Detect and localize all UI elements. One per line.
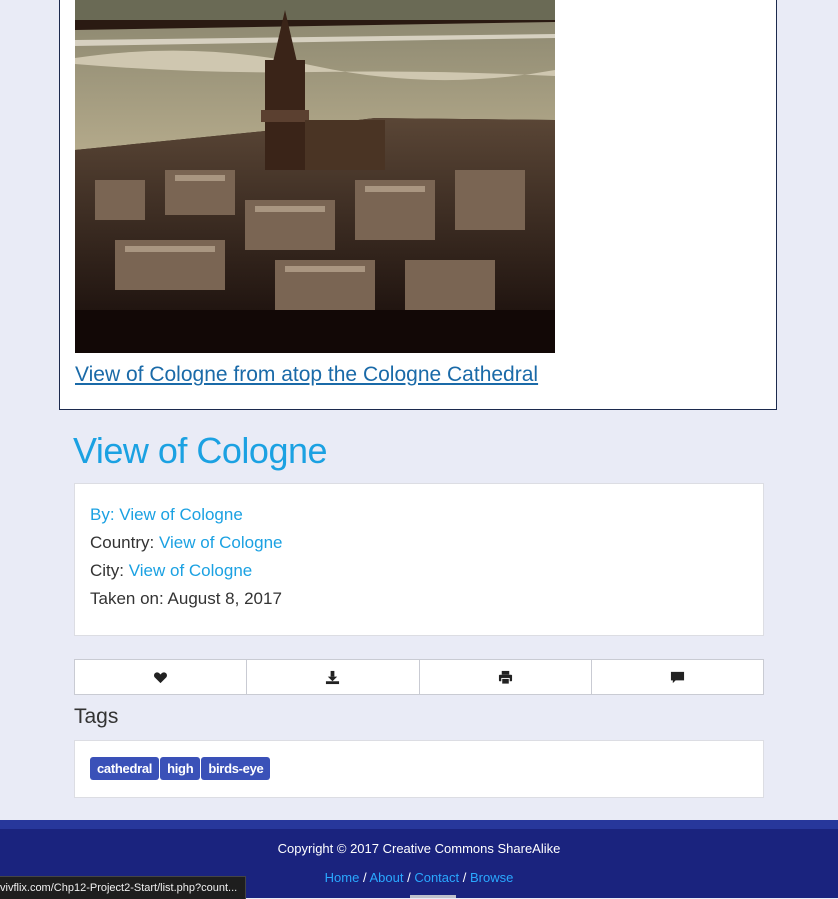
action-button-group: [74, 659, 764, 695]
footer-copyright: Copyright © 2017 Creative Commons ShareA…: [277, 841, 561, 856]
print-button[interactable]: [418, 659, 592, 695]
comment-icon: [670, 671, 684, 683]
taken-on-label: Taken on:: [90, 589, 164, 608]
favorite-button[interactable]: [74, 659, 248, 695]
tags-heading: Tags: [74, 705, 119, 728]
footer-link-home[interactable]: Home: [325, 870, 360, 885]
author-label: By:: [90, 505, 115, 524]
author-link[interactable]: View of Cologne: [119, 505, 243, 524]
city-label: City:: [90, 561, 124, 580]
country-row: Country: View of Cologne: [90, 532, 748, 560]
photo-caption-link[interactable]: View of Cologne from atop the Cologne Ca…: [75, 363, 538, 387]
footer-link-about[interactable]: About: [369, 870, 403, 885]
comment-button[interactable]: [590, 659, 764, 695]
footer-separator: /: [462, 870, 467, 885]
tags-card: cathedral high birds-eye: [74, 740, 764, 798]
page-title: View of Cologne: [73, 430, 328, 471]
footer-link-browse[interactable]: Browse: [470, 870, 513, 885]
tag-birds-eye[interactable]: birds-eye: [201, 757, 271, 780]
city-row: City: View of Cologne: [90, 560, 748, 588]
heart-icon: [154, 671, 168, 683]
country-link[interactable]: View of Cologne: [159, 533, 283, 552]
author-row: By: View of Cologne: [90, 504, 748, 532]
city-link[interactable]: View of Cologne: [129, 561, 253, 580]
photo-panel: View of Cologne from atop the Cologne Ca…: [59, 0, 777, 410]
footer-link-contact[interactable]: Contact: [414, 870, 459, 885]
taken-on-row: Taken on: August 8, 2017: [90, 588, 748, 616]
details-card: By: View of Cologne Country: View of Col…: [74, 483, 764, 636]
footer-separator: /: [407, 870, 411, 885]
cologne-photo-image: [75, 0, 555, 353]
tag-cathedral[interactable]: cathedral: [90, 757, 160, 780]
status-bar-url: vivflix.com/Chp12-Project2-Start/list.ph…: [0, 876, 247, 899]
download-icon: [326, 670, 340, 684]
taken-on-value: August 8, 2017: [167, 589, 282, 608]
download-button[interactable]: [246, 659, 420, 695]
print-icon: [498, 670, 512, 685]
footer-top-stripe: [0, 820, 838, 829]
cologne-photo[interactable]: [75, 0, 555, 353]
tag-high[interactable]: high: [160, 757, 201, 780]
footer-separator: /: [362, 870, 367, 885]
country-label: Country:: [90, 533, 155, 552]
